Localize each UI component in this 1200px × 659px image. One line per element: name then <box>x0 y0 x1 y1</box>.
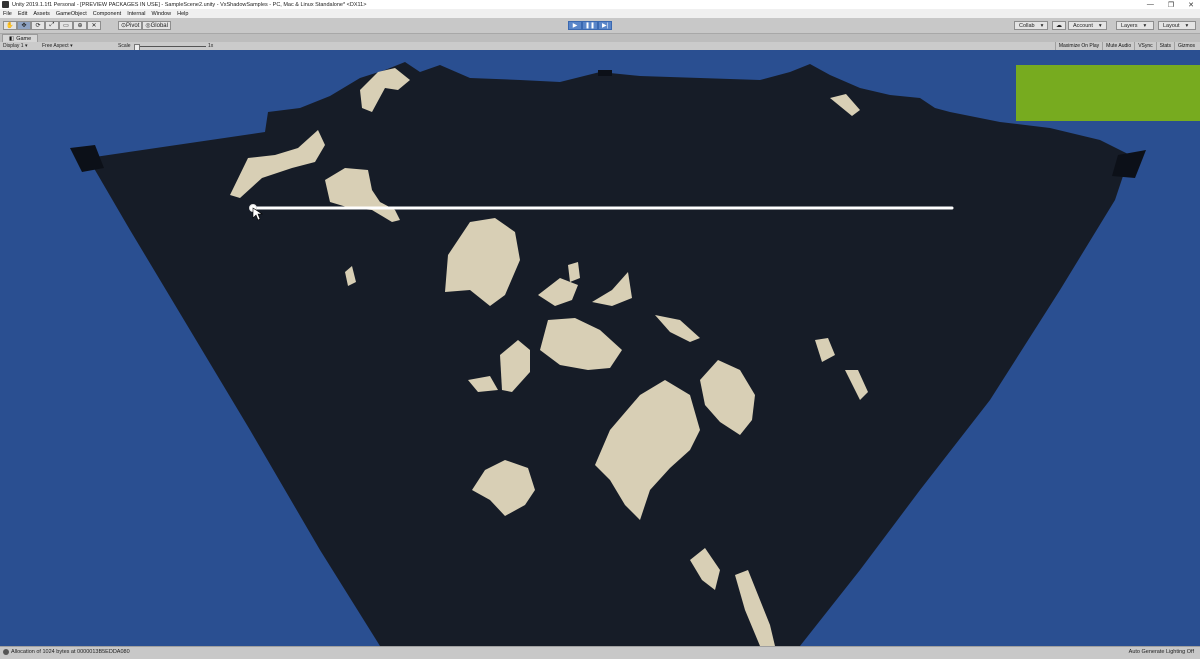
pivot-label: Pivot <box>126 22 140 29</box>
game-view[interactable] <box>0 50 1200 646</box>
global-label: Global <box>150 22 168 29</box>
menu-window[interactable]: Window <box>152 11 172 17</box>
scene-marker <box>598 70 612 76</box>
layout-label: Layout <box>1163 22 1180 29</box>
play-button[interactable]: ▶ <box>568 21 582 30</box>
cloud-icon: ☁ <box>1056 23 1062 29</box>
menu-edit[interactable]: Edit <box>18 11 27 17</box>
dropdown-arrow-icon: ▾ <box>1143 22 1147 29</box>
scale-label: Scale <box>118 43 131 49</box>
account-dropdown[interactable]: Account ▾ <box>1068 21 1107 30</box>
mute-audio-toggle[interactable]: Mute Audio <box>1102 42 1134 50</box>
scale-slider[interactable] <box>134 42 206 51</box>
window-controls: — ❐ ✕ <box>1147 0 1194 9</box>
scale-tool-button[interactable]: ⤢ <box>45 21 59 30</box>
account-label: Account <box>1073 22 1093 29</box>
scale-value: 1x <box>208 43 214 49</box>
status-bar: Allocation of 1024 bytes at 0000013B5EDD… <box>0 646 1200 659</box>
game-render <box>70 62 1146 646</box>
pivot-global-group: ⊙ Pivot ◎ Global <box>118 21 171 30</box>
menu-file[interactable]: File <box>3 11 12 17</box>
layout-group: Layout ▾ <box>1158 21 1196 30</box>
hand-tool-button[interactable]: ✋ <box>3 21 17 30</box>
menu-internal[interactable]: Internal <box>127 11 145 17</box>
dropdown-arrow-icon: ▾ <box>24 43 28 49</box>
terrain-corner-left <box>70 145 104 172</box>
layers-group: Layers ▾ <box>1116 21 1154 30</box>
menu-component[interactable]: Component <box>93 11 121 17</box>
layers-dropdown[interactable]: Layers ▾ <box>1116 21 1154 30</box>
display-dropdown[interactable]: Display 1 ▾ <box>3 42 27 50</box>
move-icon: ✥ <box>21 23 27 29</box>
move-tool-button[interactable]: ✥ <box>17 21 31 30</box>
gizmos-dropdown[interactable]: Gizmos <box>1174 42 1198 50</box>
maximize-on-play-toggle[interactable]: Maximize On Play <box>1054 42 1102 50</box>
pause-icon: ❚❚ <box>585 23 596 29</box>
rotate-tool-button[interactable]: ⟳ <box>31 21 45 30</box>
title-bar: Unity 2019.1.1f1 Personal - [PREVIEW PAC… <box>0 0 1200 9</box>
window-title: Unity 2019.1.1f1 Personal - [PREVIEW PAC… <box>12 1 367 8</box>
scale-icon: ⤢ <box>49 22 55 28</box>
playmode-controls: ▶ ❚❚ ▶| <box>568 21 613 30</box>
account-group: Account ▾ <box>1068 21 1107 30</box>
play-icon: ▶ <box>572 23 578 29</box>
transform-icon: ⊕ <box>77 23 83 29</box>
rotate-icon: ⟳ <box>35 23 41 29</box>
collab-label: Collab <box>1019 22 1035 29</box>
aspect-label: Free Aspect <box>42 43 69 49</box>
dropdown-arrow-icon: ▾ <box>70 43 73 49</box>
minimize-button[interactable]: — <box>1147 1 1154 8</box>
stats-toggle[interactable]: Stats <box>1155 42 1174 50</box>
cloud-button[interactable]: ☁ <box>1052 21 1066 30</box>
rect-icon: ▭ <box>63 23 69 29</box>
unity-logo-icon <box>2 1 9 8</box>
collab-dropdown[interactable]: Collab ▾ <box>1014 21 1049 30</box>
layers-label: Layers <box>1121 22 1138 29</box>
console-message[interactable]: Allocation of 1024 bytes at 0000013B5EDD… <box>3 649 130 655</box>
dropdown-arrow-icon: ▾ <box>1185 22 1189 29</box>
step-button[interactable]: ▶| <box>598 21 613 30</box>
menu-gameobject[interactable]: GameObject <box>56 11 87 17</box>
rect-tool-button[interactable]: ▭ <box>59 21 73 30</box>
custom-tool-icon: ✕ <box>91 23 97 29</box>
menu-assets[interactable]: Assets <box>33 11 50 17</box>
step-icon: ▶| <box>601 23 609 29</box>
aspect-dropdown[interactable]: Free Aspect ▾ <box>42 42 73 50</box>
global-button[interactable]: ◎ Global <box>142 21 171 30</box>
cloud-group: ☁ <box>1052 21 1066 30</box>
lighting-status[interactable]: Auto Generate Lighting Off <box>1129 649 1194 655</box>
transform-tools: ✋ ✥ ⟳ ⤢ ▭ ⊕ ✕ <box>3 21 101 30</box>
layout-dropdown[interactable]: Layout ▾ <box>1158 21 1196 30</box>
dropdown-arrow-icon: ▾ <box>1098 22 1102 29</box>
pivot-button[interactable]: ⊙ Pivot <box>118 21 143 30</box>
menu-bar: File Edit Assets GameObject Component In… <box>0 9 1200 18</box>
game-view-options: Maximize On Play Mute Audio VSync Stats … <box>1054 42 1198 50</box>
menu-help[interactable]: Help <box>177 11 188 17</box>
pause-button[interactable]: ❚❚ <box>582 21 599 30</box>
main-toolbar: ✋ ✥ ⟳ ⤢ ▭ ⊕ ✕ ⊙ Pivot ◎ Global ▶ ❚❚ ▶| Col… <box>0 18 1200 34</box>
green-overlay-panel <box>1016 65 1200 121</box>
warning-icon <box>3 649 9 655</box>
custom-tool-button[interactable]: ✕ <box>87 21 101 30</box>
hand-icon: ✋ <box>6 23 14 29</box>
collab-group: Collab ▾ <box>1014 21 1049 30</box>
transform-tool-button[interactable]: ⊕ <box>73 21 87 30</box>
vsync-toggle[interactable]: VSync <box>1134 42 1155 50</box>
console-message-text: Allocation of 1024 bytes at 0000013B5EDD… <box>11 649 130 655</box>
close-button[interactable]: ✕ <box>1188 1 1194 9</box>
dropdown-arrow-icon: ▾ <box>1040 22 1044 29</box>
display-label: Display 1 <box>3 43 24 49</box>
restore-button[interactable]: ❐ <box>1168 1 1174 9</box>
